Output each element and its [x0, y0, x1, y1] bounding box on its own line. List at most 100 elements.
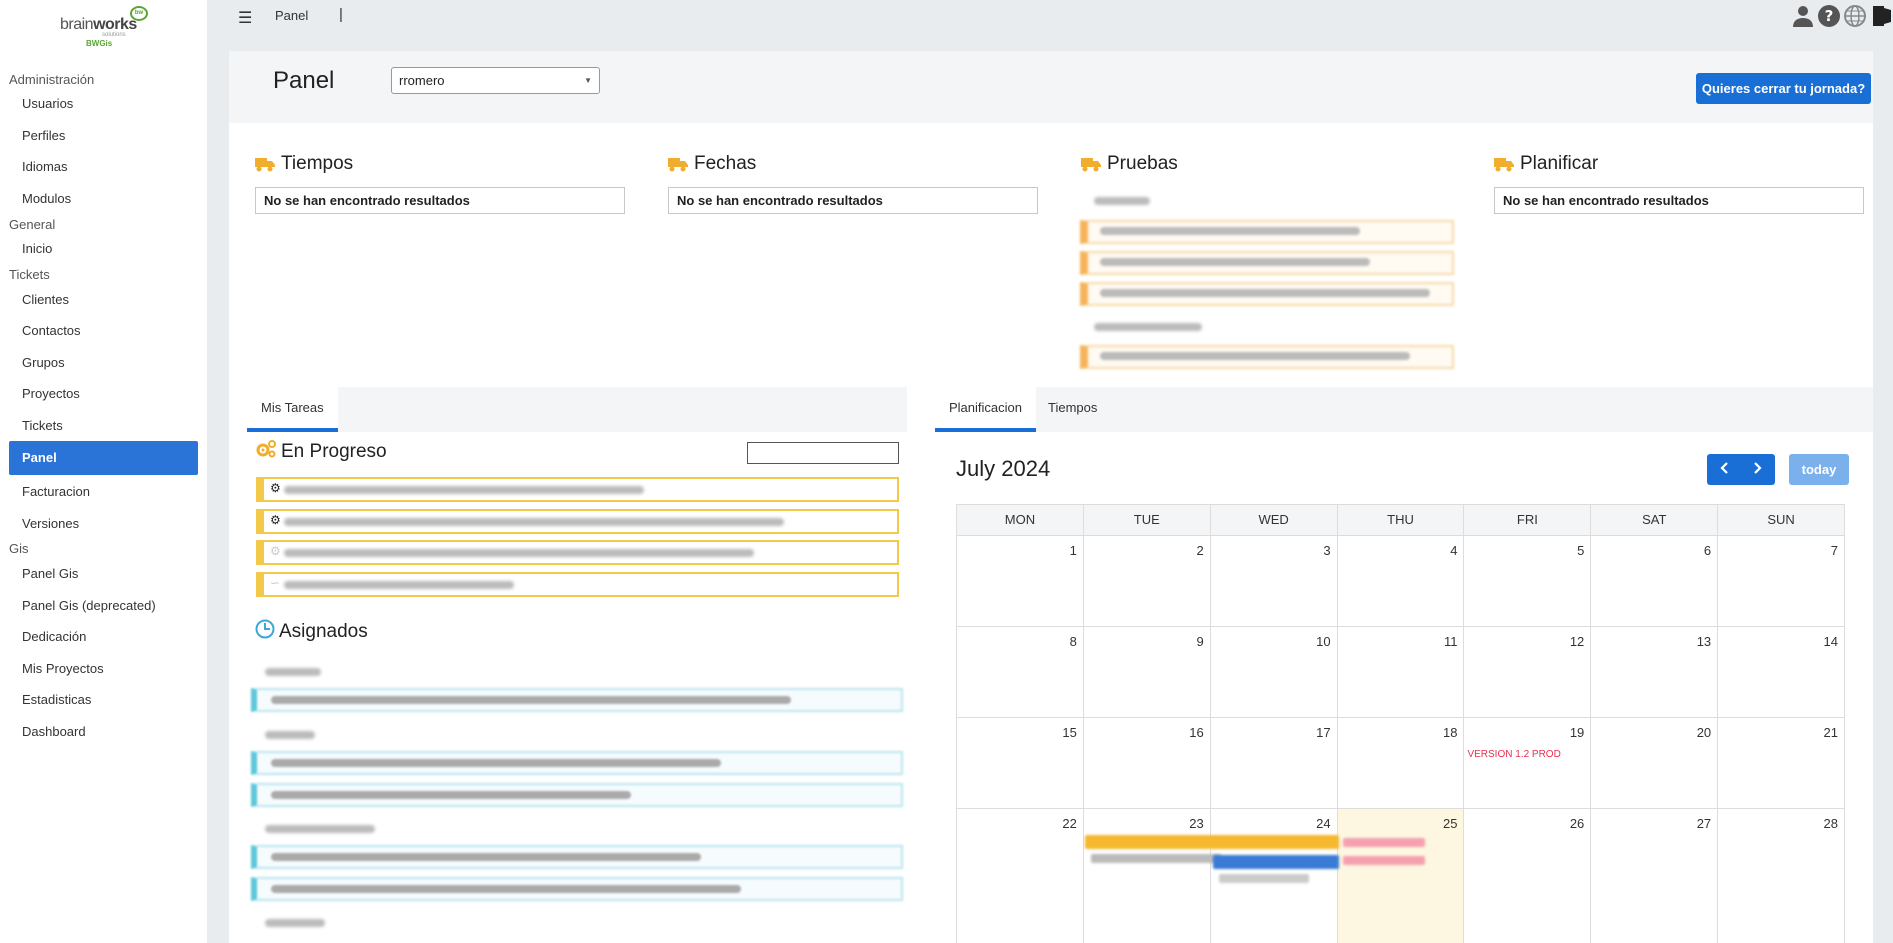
sidebar-item-contactos[interactable]: Contactos — [9, 314, 198, 348]
list-item[interactable] — [251, 877, 903, 901]
sidebar-item-estadisticas[interactable]: Estadisticas — [9, 683, 198, 717]
sidebar-item-panel-gis[interactable]: Panel Gis — [9, 557, 198, 591]
calendar-event[interactable] — [1343, 838, 1425, 847]
sidebar: brainworks solutions BWGis bw Administra… — [0, 0, 207, 943]
calendar-day[interactable]: 11 — [1337, 627, 1465, 718]
empty-results: No se han encontrado resultados — [1494, 187, 1864, 214]
sidebar-item-proyectos[interactable]: Proyectos — [9, 377, 198, 411]
sidebar-item-versiones[interactable]: Versiones — [9, 507, 198, 541]
weekday-label: TUE — [1084, 505, 1211, 535]
weekday-label: SAT — [1591, 505, 1719, 535]
list-item[interactable] — [251, 845, 903, 869]
calendar-prev-button[interactable] — [1707, 454, 1741, 485]
sidebar-item-grupos[interactable]: Grupos — [9, 346, 198, 380]
user-select[interactable]: rromero ▼ — [391, 67, 600, 94]
sidebar-item-idiomas[interactable]: Idiomas — [9, 150, 198, 184]
list-item[interactable] — [251, 783, 903, 807]
calendar-day[interactable]: 21 — [1718, 718, 1846, 809]
calendar-day[interactable]: 13 — [1591, 627, 1719, 718]
empty-results: No se han encontrado resultados — [255, 187, 625, 214]
task-row[interactable]: ⚙ — [256, 540, 899, 565]
calendar-day[interactable]: 1 — [957, 536, 1084, 627]
user-select-value: rromero — [399, 73, 445, 88]
hamburger-menu-icon[interactable]: ☰ — [238, 8, 252, 28]
widget-planificar: Planificar No se han encontrado resultad… — [1494, 150, 1864, 214]
sidebar-item-dedicacion[interactable]: Dedicación — [9, 620, 198, 654]
weekday-label: FRI — [1464, 505, 1592, 535]
calendar-event[interactable] — [1091, 854, 1221, 863]
sidebar-item-inicio[interactable]: Inicio — [9, 232, 198, 266]
list-item[interactable] — [251, 751, 903, 775]
calendar-title: July 2024 — [956, 456, 1051, 481]
calendar-day[interactable]: 9 — [1083, 627, 1211, 718]
sidebar-item-panel-gis-deprecated[interactable]: Panel Gis (deprecated) — [9, 589, 198, 623]
blurred-group-label — [1094, 323, 1202, 331]
sidebar-item-panel[interactable]: Panel — [9, 441, 198, 475]
task-row[interactable]: ⚙ — [256, 477, 899, 502]
logout-icon[interactable] — [1869, 4, 1893, 28]
calendar-day[interactable]: 14 — [1718, 627, 1846, 718]
calendar-day[interactable]: 18 — [1337, 718, 1465, 809]
list-item[interactable] — [1080, 220, 1454, 244]
task-row[interactable]: ∽ — [256, 572, 899, 597]
sidebar-item-tickets[interactable]: Tickets — [9, 409, 198, 443]
sidebar-item-facturacion[interactable]: Facturacion — [9, 475, 198, 509]
calendar-day[interactable]: 16 — [1083, 718, 1211, 809]
calendar-event[interactable] — [1085, 835, 1339, 849]
calendar-today-button[interactable]: today — [1789, 454, 1849, 485]
sidebar-item-dashboard[interactable]: Dashboard — [9, 715, 198, 749]
widget-fechas: Fechas No se han encontrado resultados — [668, 150, 1038, 214]
list-item[interactable] — [251, 688, 903, 712]
calendar-day[interactable]: 5 — [1464, 536, 1592, 627]
task-row[interactable]: ⚙ — [256, 509, 899, 534]
left-tabstrip: Mis Tareas — [247, 387, 907, 432]
calendar-day[interactable]: 6 — [1591, 536, 1719, 627]
help-icon[interactable]: ? — [1817, 4, 1841, 28]
calendar-next-button[interactable] — [1741, 454, 1775, 485]
calendar-event[interactable] — [1343, 856, 1425, 865]
calendar-day[interactable]: 2 — [1083, 536, 1211, 627]
calendar-week: 22 23 24 25 26 27 28 — [956, 809, 1846, 943]
tab-mis-tareas[interactable]: Mis Tareas — [247, 387, 338, 432]
calendar-day[interactable]: 10 — [1210, 627, 1338, 718]
calendar-event[interactable]: VERSION 1.2 PROD — [1467, 749, 1560, 760]
blurred-group-label — [265, 919, 325, 927]
close-workday-button[interactable]: Quieres cerrar tu jornada? — [1696, 73, 1871, 104]
blurred-group-label — [1094, 197, 1150, 205]
calendar-day[interactable]: 23 — [1084, 809, 1211, 943]
list-item[interactable] — [1080, 282, 1454, 306]
sidebar-item-perfiles[interactable]: Perfiles — [9, 119, 198, 153]
calendar-day[interactable]: 19 VERSION 1.2 PROD — [1464, 718, 1592, 809]
gear-icon: ⚙ — [270, 481, 281, 495]
calendar-day[interactable]: 15 — [957, 718, 1084, 809]
globe-icon[interactable] — [1843, 4, 1867, 28]
calendar-day[interactable]: 28 — [1718, 809, 1846, 943]
calendar-event[interactable] — [1213, 855, 1339, 869]
list-item[interactable] — [1080, 251, 1454, 275]
tab-tiempos[interactable]: Tiempos — [1034, 387, 1111, 432]
calendar-event[interactable] — [1219, 874, 1309, 883]
calendar-day[interactable]: 27 — [1591, 809, 1719, 943]
calendar-day[interactable]: 8 — [957, 627, 1084, 718]
tab-planificacion[interactable]: Planificacion — [935, 387, 1036, 432]
user-icon[interactable] — [1791, 4, 1815, 28]
calendar-day[interactable]: 4 — [1337, 536, 1465, 627]
calendar-day[interactable]: 26 — [1464, 809, 1592, 943]
calendar-day[interactable]: 17 — [1210, 718, 1338, 809]
calendar-day[interactable]: 22 — [957, 809, 1084, 943]
task-search-input[interactable] — [747, 442, 899, 464]
brainworks-logo[interactable]: brainworks solutions BWGis bw — [58, 6, 153, 48]
chevron-right-icon — [1754, 462, 1762, 474]
calendar-weekday-header: MON TUE WED THU FRI SAT SUN — [956, 504, 1845, 536]
list-item[interactable] — [1080, 345, 1454, 369]
calendar-day[interactable]: 7 — [1718, 536, 1846, 627]
calendar-day[interactable]: 20 — [1591, 718, 1719, 809]
sidebar-item-usuarios[interactable]: Usuarios — [9, 87, 198, 121]
sidebar-item-mis-proyectos[interactable]: Mis Proyectos — [9, 652, 198, 686]
sidebar-item-modulos[interactable]: Modulos — [9, 182, 198, 216]
calendar-day[interactable]: 3 — [1210, 536, 1338, 627]
calendar-day[interactable]: 12 — [1464, 627, 1592, 718]
sidebar-item-clientes[interactable]: Clientes — [9, 283, 198, 317]
gear-icon: ⚙ — [270, 544, 281, 558]
calendar-day-today[interactable]: 25 — [1337, 809, 1465, 943]
